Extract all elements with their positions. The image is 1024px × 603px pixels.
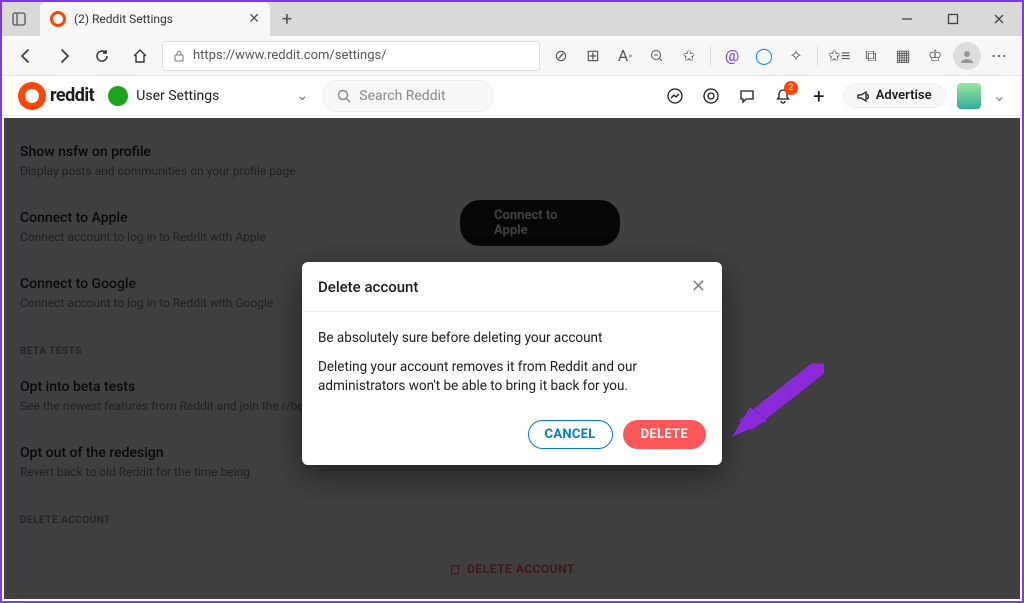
cancel-button[interactable]: CANCEL (528, 420, 613, 449)
modal-body-text: Deleting your account removes it from Re… (318, 358, 706, 396)
chevron-down-icon: ⌄ (297, 88, 309, 104)
nav-dropdown[interactable]: User Settings ⌄ (108, 86, 308, 106)
popular-icon[interactable] (663, 84, 687, 108)
advertise-button[interactable]: Advertise (843, 83, 945, 108)
collections-icon[interactable]: ⧉ (856, 41, 886, 71)
attachment-icon[interactable]: @ (717, 41, 747, 71)
new-tab-button[interactable]: + (270, 2, 304, 36)
favorites-bar-icon[interactable]: ✩≡ (824, 41, 854, 71)
url-text: https://www.reddit.com/settings/ (193, 48, 387, 63)
chat-icon[interactable] (735, 84, 759, 108)
user-menu[interactable] (957, 84, 981, 108)
home-button[interactable] (124, 40, 156, 72)
zoom-icon[interactable] (642, 41, 672, 71)
close-tab-icon[interactable]: ✕ (248, 11, 260, 27)
favorite-icon[interactable]: ✩ (674, 41, 704, 71)
notification-badge: 2 (784, 81, 798, 95)
refresh-button[interactable] (86, 40, 118, 72)
search-icon (337, 89, 351, 103)
coin-icon[interactable] (699, 84, 723, 108)
extension-puzzle-icon[interactable]: ✧ (781, 41, 811, 71)
back-button[interactable] (10, 40, 42, 72)
chevron-down-icon: ⌄ (993, 86, 1006, 105)
nav-dropdown-label: User Settings (136, 88, 219, 104)
forward-button[interactable] (48, 40, 80, 72)
reddit-header: reddit User Settings ⌄ Search Reddit 2 +… (2, 76, 1022, 116)
search-input[interactable]: Search Reddit (322, 80, 493, 112)
window-minimize-button[interactable] (884, 2, 930, 36)
tab-actions-button[interactable] (2, 2, 36, 36)
notifications-icon[interactable]: 2 (771, 84, 795, 108)
advertise-label: Advertise (876, 88, 932, 103)
rewards-icon[interactable]: ♔ (920, 41, 950, 71)
window-maximize-button[interactable] (930, 2, 976, 36)
modal-warning: Be absolutely sure before deleting your … (318, 330, 706, 346)
reddit-wordmark: reddit (50, 85, 94, 106)
reddit-logo-icon (18, 82, 46, 110)
tab-title: (2) Reddit Settings (74, 12, 173, 26)
modal-close-button[interactable]: ✕ (691, 276, 706, 297)
modal-title: Delete account (318, 278, 418, 296)
edge-circle-icon[interactable]: ◯ (749, 41, 779, 71)
search-placeholder: Search Reddit (359, 88, 445, 104)
window-close-button[interactable] (976, 2, 1022, 36)
user-avatar-small-icon (957, 83, 981, 109)
more-menu-button[interactable]: ⋯ (984, 41, 1014, 71)
extensions-grid-icon[interactable]: ⊞ (578, 41, 608, 71)
delete-button[interactable]: DELETE (623, 420, 706, 449)
reddit-logo[interactable]: reddit (18, 82, 94, 110)
history-icon[interactable]: ▦ (888, 41, 918, 71)
address-bar[interactable]: https://www.reddit.com/settings/ (162, 41, 540, 71)
read-aloud-icon[interactable]: A» (610, 41, 640, 71)
create-post-icon[interactable]: + (807, 84, 831, 108)
browser-tab[interactable]: (2) Reddit Settings ✕ (40, 2, 270, 36)
profile-button[interactable] (952, 41, 982, 71)
reddit-favicon-icon (50, 11, 66, 27)
window-titlebar: (2) Reddit Settings ✕ + (2, 2, 1022, 36)
user-avatar-icon (108, 86, 128, 106)
megaphone-icon (856, 89, 870, 103)
password-icon[interactable]: ⊘ (546, 41, 576, 71)
lock-icon (173, 50, 185, 62)
delete-account-modal: Delete account ✕ Be absolutely sure befo… (302, 262, 722, 465)
browser-toolbar: https://www.reddit.com/settings/ ⊘ ⊞ A» … (2, 36, 1022, 76)
